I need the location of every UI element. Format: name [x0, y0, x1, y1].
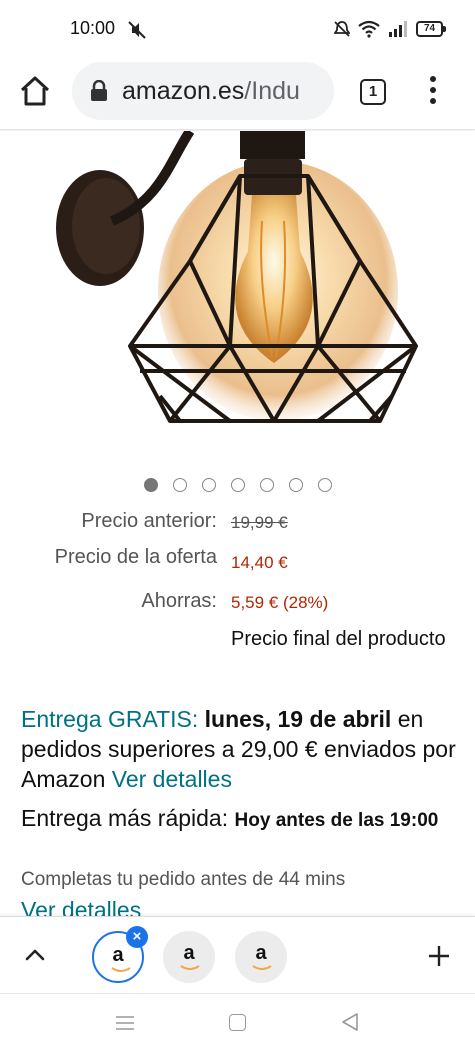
tab-amazon[interactable]: a: [235, 931, 287, 983]
url-domain: amazon.es: [122, 76, 245, 105]
image-carousel-dots[interactable]: [0, 478, 475, 494]
status-time: 10:00: [70, 18, 116, 38]
faster-delivery-time: Hoy antes de las 19:00: [234, 810, 439, 831]
offer-price-label: Precio de la oferta: [54, 546, 217, 568]
faster-delivery-label: Entrega más rápida:: [21, 805, 229, 831]
carousel-dot[interactable]: [230, 478, 245, 492]
status-bar: 10:00 74: [0, 0, 475, 58]
alarm-off-icon: [334, 21, 350, 37]
carousel-dot[interactable]: [317, 478, 332, 492]
amazon-smile-icon: [252, 965, 272, 970]
plus-icon[interactable]: [427, 944, 451, 968]
menu-dots-icon[interactable]: [422, 76, 444, 108]
recent-apps-icon[interactable]: [115, 1014, 135, 1032]
amazon-smile-icon: [180, 965, 200, 970]
status-icons: 74: [334, 18, 446, 40]
home-icon[interactable]: [18, 74, 52, 108]
address-bar[interactable]: amazon.es/Indu: [72, 62, 334, 120]
lock-icon: [91, 80, 107, 101]
carousel-dot[interactable]: [143, 478, 158, 492]
mute-icon: [128, 21, 146, 39]
screen: 10:00 74 amazon.es/Indu 1 Precio anterio…: [0, 0, 475, 1056]
free-delivery-label: Entrega GRATIS:: [21, 706, 199, 732]
url-path: /Indu: [244, 76, 300, 105]
savings-label: Ahorras:: [141, 590, 217, 612]
offer-price-value: 14,40 €: [231, 553, 288, 572]
chevron-up-icon[interactable]: [23, 945, 47, 965]
system-nav-bar: [0, 994, 475, 1056]
amazon-logo-icon: a: [255, 942, 267, 964]
previous-price-label: Precio anterior:: [81, 510, 217, 532]
signal-icon: [389, 21, 407, 37]
faster-delivery: Entrega más rápida: Hoy antes de las 19:…: [21, 802, 461, 837]
delivery-info: Entrega GRATIS: lunes, 19 de abril en pe…: [21, 704, 461, 794]
back-triangle-icon[interactable]: [340, 1012, 360, 1032]
url-text: amazon.es/Indu: [122, 77, 300, 106]
tab-strip: a a a: [0, 916, 475, 994]
amazon-logo-icon: a: [183, 942, 195, 964]
amazon-smile-icon: [111, 967, 131, 972]
close-tab-icon[interactable]: ×: [126, 926, 148, 948]
final-price-note: Precio final del producto: [231, 628, 446, 650]
home-square-icon[interactable]: [229, 1014, 246, 1031]
carousel-dot[interactable]: [288, 478, 303, 492]
wifi-icon: [358, 20, 380, 38]
product-image[interactable]: [0, 131, 475, 461]
tab-switcher-button[interactable]: 1: [360, 79, 386, 105]
tab-amazon[interactable]: a: [163, 931, 215, 983]
savings-value: 5,59 € (28%): [231, 593, 329, 612]
carousel-dot[interactable]: [172, 478, 187, 492]
previous-price-value: 19,99 €: [231, 513, 288, 532]
carousel-dot[interactable]: [259, 478, 274, 492]
battery-icon: 74: [416, 21, 446, 37]
carousel-dot[interactable]: [201, 478, 216, 492]
delivery-details-link[interactable]: Ver detalles: [112, 766, 232, 792]
order-countdown-note: Completas tu pedido antes de 44 mins: [21, 869, 346, 890]
delivery-date: lunes, 19 de abril: [204, 706, 392, 732]
browser-toolbar: amazon.es/Indu 1: [0, 58, 475, 130]
